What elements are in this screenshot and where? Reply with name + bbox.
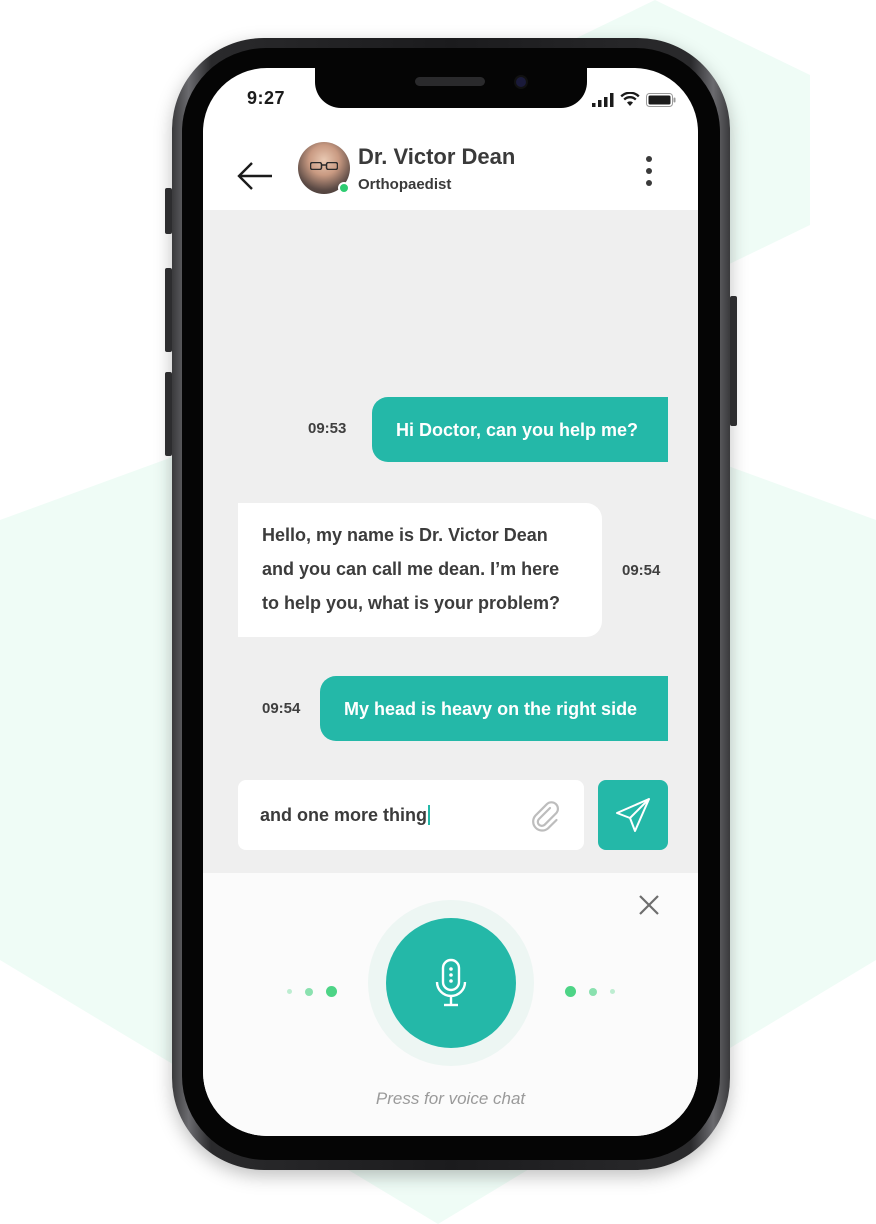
text-caret bbox=[428, 805, 431, 825]
voice-level-dot bbox=[305, 988, 313, 996]
online-status-indicator bbox=[338, 182, 350, 194]
battery-icon bbox=[646, 93, 676, 107]
doctor-specialty: Orthopaedist bbox=[358, 176, 452, 193]
voice-chat-caption: Press for voice chat bbox=[375, 1089, 526, 1108]
message-line: Hello, my name is Dr. Victor Dean bbox=[262, 525, 548, 545]
back-arrow-icon[interactable] bbox=[235, 156, 275, 196]
voice-chat-button[interactable] bbox=[386, 918, 516, 1048]
message-time: 09:53 bbox=[308, 420, 347, 437]
chat-thread: 09:53 Hi Doctor, can you help me? Hello,… bbox=[203, 210, 698, 873]
voice-level-dot bbox=[287, 989, 292, 994]
volume-up-button bbox=[165, 268, 172, 352]
message-input-text: and one more thing bbox=[260, 804, 428, 825]
voice-level-dot bbox=[589, 988, 597, 996]
voice-level-dot bbox=[326, 986, 337, 997]
send-button[interactable] bbox=[598, 780, 668, 850]
close-icon[interactable] bbox=[635, 891, 663, 919]
paperclip-icon[interactable] bbox=[528, 798, 562, 832]
status-icons bbox=[592, 92, 676, 107]
doctor-name: Dr. Victor Dean bbox=[358, 144, 516, 169]
message-time: 09:54 bbox=[622, 562, 661, 579]
signal-icon bbox=[592, 93, 614, 107]
microphone-icon bbox=[435, 958, 467, 1007]
notch bbox=[315, 68, 587, 108]
avatar-glasses bbox=[310, 162, 338, 170]
doctor-avatar[interactable] bbox=[298, 142, 350, 194]
chat-header: Dr. Victor Dean Orthopaedist bbox=[203, 136, 698, 210]
message-line: to help you, what is your problem? bbox=[262, 593, 561, 613]
voice-chat-panel: Press for voice chat bbox=[203, 873, 698, 1136]
phone-screen: 9:27 Dr. Victor Dean Orthopaedist 09:53 … bbox=[203, 68, 698, 1136]
wifi-icon bbox=[620, 92, 640, 106]
message-line: and you can call me dean. I’m here bbox=[262, 559, 560, 579]
power-button bbox=[730, 296, 737, 426]
message-input[interactable]: and one more thing bbox=[238, 780, 584, 850]
outgoing-message[interactable]: My head is heavy on the right side bbox=[320, 676, 668, 741]
voice-level-dot bbox=[565, 986, 576, 997]
earpiece-speaker bbox=[415, 77, 485, 86]
more-vertical-icon[interactable] bbox=[637, 154, 661, 190]
volume-down-button bbox=[165, 372, 172, 456]
incoming-message[interactable]: Hello, my name is Dr. Victor Dean and yo… bbox=[238, 503, 602, 637]
mute-switch bbox=[165, 188, 172, 234]
front-camera bbox=[514, 75, 528, 89]
outgoing-message[interactable]: Hi Doctor, can you help me? bbox=[372, 397, 668, 462]
message-time: 09:54 bbox=[262, 700, 301, 717]
send-icon bbox=[616, 798, 650, 832]
voice-level-dot bbox=[610, 989, 615, 994]
status-time: 9:27 bbox=[247, 88, 286, 108]
